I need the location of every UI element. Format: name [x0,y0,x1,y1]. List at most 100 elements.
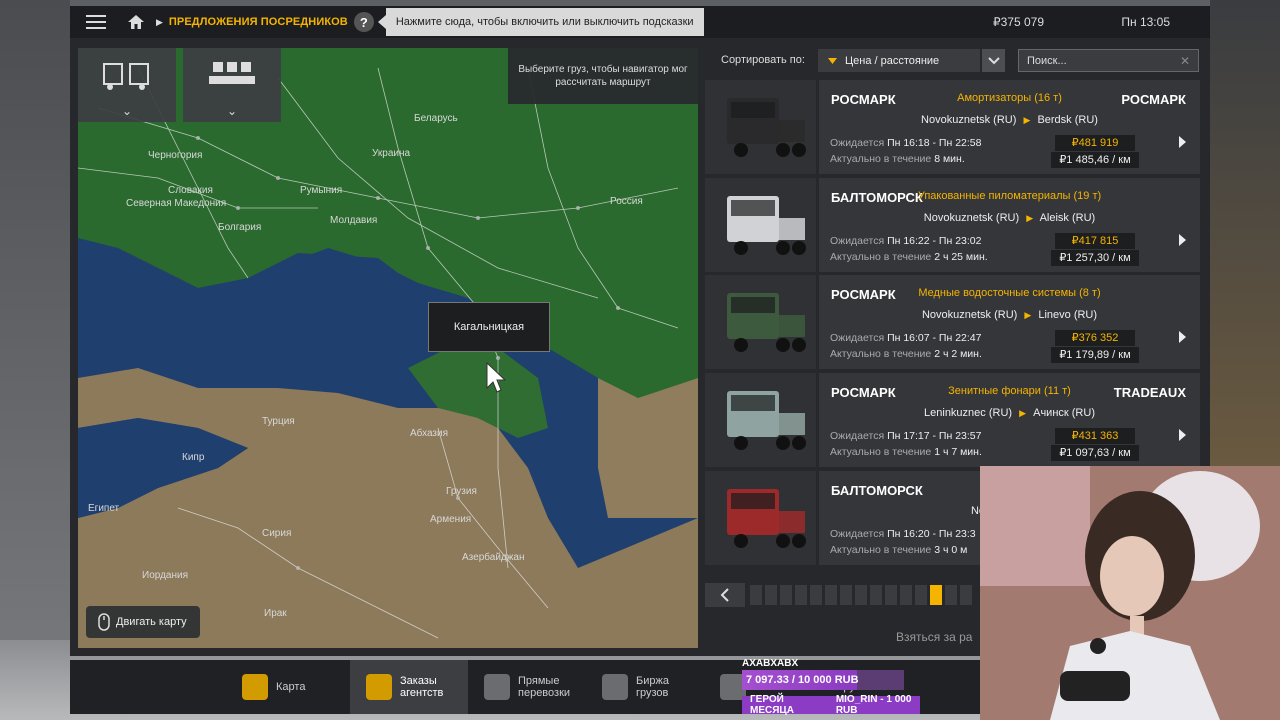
pager-page[interactable] [870,585,882,605]
mouse-icon [98,613,110,631]
breadcrumb[interactable]: ПРЕДЛОЖЕНИЯ ПОСРЕДНИКОВ [169,16,348,28]
clear-icon[interactable]: ✕ [1180,54,1190,68]
pager-page-current[interactable] [930,585,942,605]
search-placeholder: Поиск... [1027,54,1067,67]
hovered-city-tooltip: Кагальницкая [428,302,550,352]
route-from: Novokuznetsk (RU) [921,309,1018,321]
valid-time: Актуально в течение 1 ч 7 мин. [830,446,982,458]
cargo-boxes-icon [209,62,255,84]
valid-value: 1 ч 7 мин. [934,446,982,458]
cargo-name: Амортизаторы (16 т) [957,92,1062,104]
sort-value: Цена / расстояние [845,54,940,67]
expected-label: Ожидается [830,430,885,442]
tooltip-pointer [377,15,386,29]
pager-page[interactable] [915,585,927,605]
pager-page[interactable] [855,585,867,605]
take-job-button[interactable]: Взяться за ра [896,630,972,644]
job-details: РОСМАРК РОСМАРК Амортизаторы (16 т) Novo… [819,80,1200,174]
top-bar: ▶ ПРЕДЛОЖЕНИЯ ПОСРЕДНИКОВ ? Нажмите сюда… [70,6,1210,38]
map-label-romania: Румыния [300,185,342,196]
route-from: Leninkuznec (RU) [924,407,1013,419]
job-details: РОСМАРК TRADEAUX Зенитные фонари (11 т) … [819,373,1200,467]
map-label-ukraine: Украина [372,148,411,159]
chevron-right-icon[interactable] [1179,234,1186,246]
chevron-right-icon[interactable] [1179,429,1186,441]
pager-page[interactable] [960,585,972,605]
map-label-north-macedonia: Северная Македония [126,198,226,209]
job-card[interactable]: РОСМАРК TRADEAUX Зенитные фонари (11 т) … [705,373,1200,467]
map-label-syria: Сирия [262,528,291,539]
chevron-down-icon: ⌄ [226,104,238,118]
job-price: ₽431 363 [1055,428,1135,444]
pager-page[interactable] [825,585,837,605]
pager-page[interactable] [900,585,912,605]
valid-time: Актуально в течение 8 мин. [830,153,965,165]
navigator-hint: Выберите груз, чтобы навигатор мог рассч… [508,48,698,104]
route: Leninkuznec (RU) ▶ Ачинск (RU) [819,407,1200,419]
pager-page[interactable] [795,585,807,605]
job-card[interactable]: РОСМАРК РОСМАРК Амортизаторы (16 т) Novo… [705,80,1200,174]
cargo-name: Медные водосточные системы (8 т) [918,287,1101,299]
pager [750,585,972,605]
pager-page[interactable] [840,585,852,605]
truck-fleet-icon [103,63,149,90]
tab-agency-jobs[interactable]: Заказы агентств [350,660,468,714]
pager-prev-button[interactable] [705,583,745,607]
cargo-filter[interactable]: ⌄ [183,48,281,122]
valid-time: Актуально в течение 3 ч 0 м [830,544,967,556]
job-card[interactable]: РОСМАРК Медные водосточные системы (8 т)… [705,275,1200,369]
search-input[interactable]: Поиск... ✕ [1018,49,1199,72]
valid-value: 2 ч 25 мин. [934,251,988,263]
map-label-russia: Россия [610,196,643,207]
pager-page[interactable] [780,585,792,605]
menu-icon[interactable] [70,6,122,38]
truck-filter-own[interactable]: ⌄ [78,48,176,122]
donation-progress-bar: 7 097.33 / 10 000 RUB [742,670,904,690]
truck-thumbnail [705,275,816,369]
expected-time: Ожидается Пн 16:18 - Пн 22:58 [830,137,981,149]
mouse-cursor-icon [486,362,506,393]
pager-page[interactable] [945,585,957,605]
sort-dropdown-toggle[interactable] [982,49,1005,72]
map-label-egypt: Египет [88,503,120,514]
valid-time: Актуально в течение 2 ч 2 мин. [830,348,982,360]
job-price: ₽417 815 [1055,233,1135,249]
map-label-turkey: Турция [262,416,295,427]
tab-freight-market[interactable]: Биржа грузов [586,660,704,714]
hints-tooltip[interactable]: Нажмите сюда, чтобы включить или выключи… [385,8,704,36]
route-arrow-icon: ▶ [1026,213,1034,223]
chevron-right-icon[interactable] [1179,331,1186,343]
move-map-label: Двигать карту [116,616,187,628]
sort-label: Сортировать по: [721,54,805,66]
price-per-km: ₽1 485,46 / км [1051,152,1139,168]
pager-page[interactable] [750,585,762,605]
tab-direct-jobs[interactable]: Прямые перевозки [468,660,586,714]
valid-value: 3 ч 0 м [934,544,968,556]
world-map[interactable]: Украина Беларусь Россия Молдавия Румыния… [78,48,698,648]
expected-label: Ожидается [830,332,885,344]
route: Novokuznetsk (RU) ▶ Linevo (RU) [819,309,1200,321]
map-label-jordan: Иордания [142,570,188,581]
chevron-down-icon: ⌄ [121,104,133,118]
pager-page[interactable] [810,585,822,605]
chevron-down-icon [987,56,1000,64]
map-label-cyprus: Кипр [182,452,205,463]
home-icon[interactable] [122,6,150,38]
chevron-right-icon[interactable] [1179,136,1186,148]
pager-page[interactable] [765,585,777,605]
sort-dropdown[interactable]: Цена / расстояние [818,49,980,72]
tab-direct-jobs-label: Прямые перевозки [518,675,571,699]
route-arrow-icon: ▶ [1023,115,1031,125]
tab-map[interactable]: Карта [70,660,350,714]
expected-value: Пн 16:18 - Пн 22:58 [887,137,982,149]
pager-page[interactable] [885,585,897,605]
map-label-belarus: Беларусь [414,113,458,124]
truck-thumbnail [705,373,816,467]
help-icon[interactable]: ? [353,12,374,32]
valid-label: Актуально в течение [830,544,932,556]
tab-agency-jobs-label: Заказы агентств [400,675,444,699]
route-arrow-icon: ▶ [1024,310,1032,320]
money-balance: ₽375 079 [992,15,1044,29]
map-label-azerbaijan: Азербайджан [462,551,525,563]
job-card[interactable]: БАЛТОМОРСК Упакованные пиломатериалы (19… [705,178,1200,272]
